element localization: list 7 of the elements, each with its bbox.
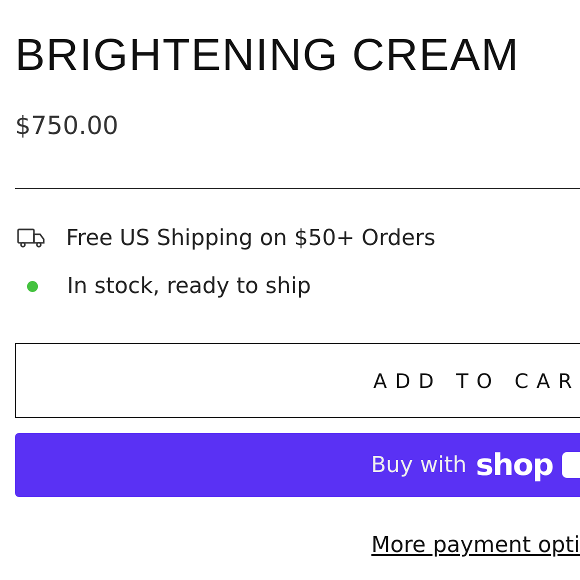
product-price: $750.00 [15,110,120,142]
stock-status: In stock, ready to ship [67,274,311,298]
product-title: BRIGHTENING CREAM [15,28,521,82]
buy-with-shop-button[interactable]: Buy with shop [15,433,580,497]
add-to-cart-button[interactable]: ADD TO CAR [15,343,580,418]
shipping-note: Free US Shipping on $50+ Orders [66,226,436,250]
more-payment-link[interactable]: More payment opti [371,533,580,558]
